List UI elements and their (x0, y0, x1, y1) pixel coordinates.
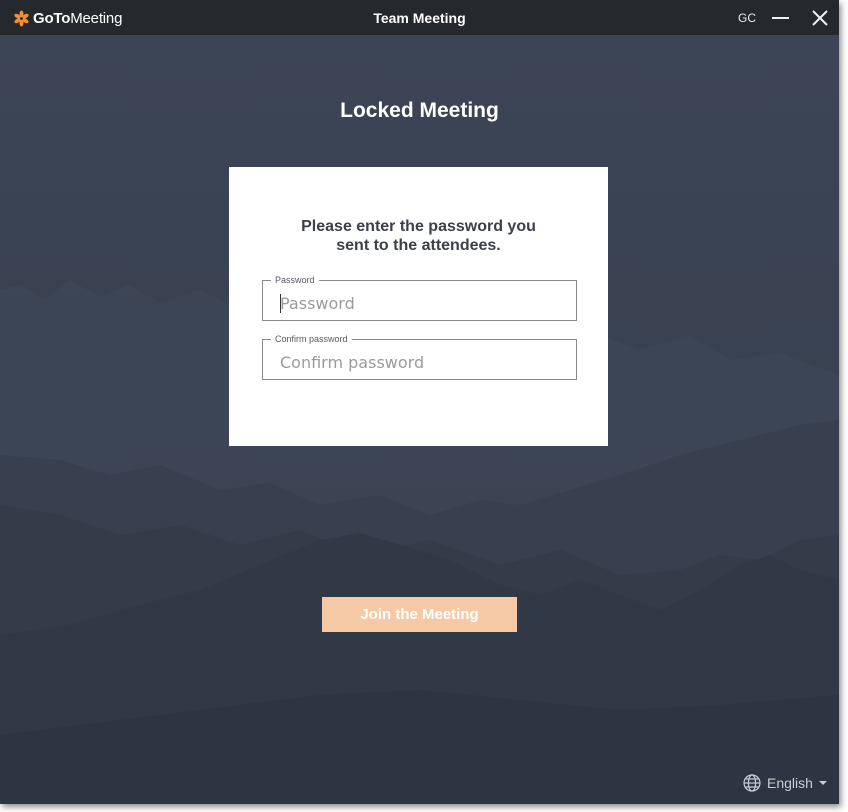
globe-icon (743, 774, 761, 792)
password-field[interactable]: Password (262, 274, 577, 321)
confirm-password-field[interactable]: Confirm password (262, 333, 577, 380)
language-label: English (767, 775, 813, 791)
title-bar: GoToMeeting Team Meeting GC (0, 0, 839, 35)
window-title: Team Meeting (373, 10, 466, 26)
password-card: Please enter the password you sent to th… (229, 167, 608, 446)
language-selector[interactable]: English (743, 774, 827, 792)
prompt-line-1: Please enter the password you (301, 218, 536, 235)
join-meeting-button[interactable]: Join the Meeting (322, 597, 517, 632)
page-title: Locked Meeting (340, 99, 499, 122)
minimize-button[interactable] (767, 5, 793, 31)
password-prompt: Please enter the password you sent to th… (229, 217, 608, 255)
chevron-down-icon (818, 781, 827, 785)
password-input[interactable] (263, 281, 576, 320)
text-caret (280, 294, 281, 313)
close-icon (812, 10, 828, 26)
user-initials-avatar[interactable]: GC (738, 11, 756, 25)
confirm-password-input[interactable] (263, 340, 576, 379)
app-window: GoToMeeting Team Meeting GC Locked Meeti… (0, 0, 839, 804)
prompt-line-2: sent to the attendees. (336, 237, 501, 254)
close-button[interactable] (807, 5, 833, 31)
